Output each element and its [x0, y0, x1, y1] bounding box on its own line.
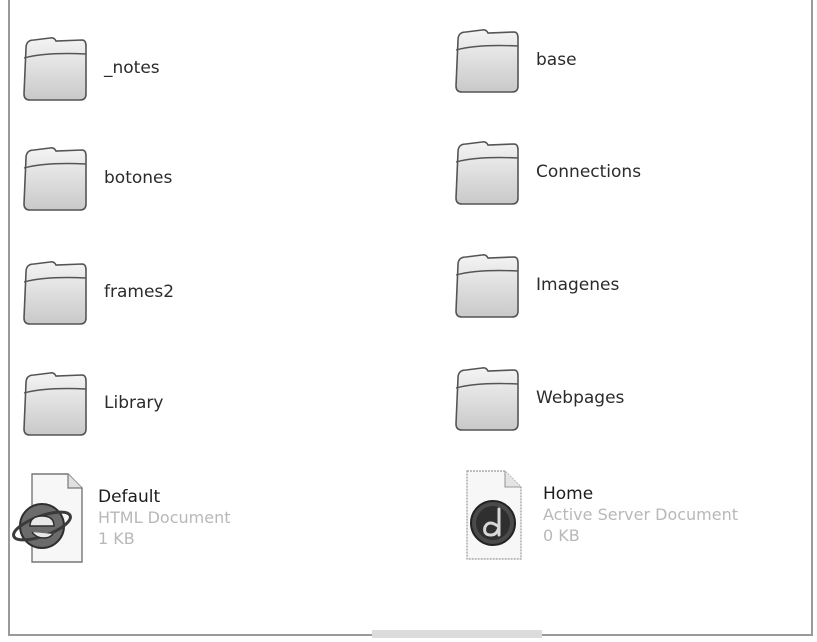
folder-label: _notes [104, 58, 160, 78]
folder-icon [16, 252, 90, 332]
folder-icon [448, 20, 522, 100]
folder-imagenes[interactable]: Imagenes [448, 245, 619, 325]
dreamweaver-asp-icon [455, 465, 529, 565]
file-default[interactable]: Default HTML Document 1 KB [10, 468, 231, 568]
folder-icon [16, 138, 90, 218]
folder-label: frames2 [104, 282, 175, 302]
folder-icon [448, 132, 522, 212]
folder-label: base [536, 50, 577, 70]
folder-label: Imagenes [536, 275, 620, 295]
folder-icon [448, 358, 522, 438]
folder-webpages[interactable]: Webpages [448, 358, 624, 438]
file-type: HTML Document [98, 508, 231, 527]
file-name: Home [543, 484, 594, 504]
folder-library[interactable]: Library [16, 363, 163, 443]
file-details: Default HTML Document 1 KB [98, 487, 231, 549]
folder-icon [16, 28, 90, 108]
folder-label: Webpages [536, 388, 625, 408]
folder-notes[interactable]: _notes [16, 28, 160, 108]
file-name: Default [98, 487, 161, 507]
file-details: Home Active Server Document 0 KB [543, 484, 738, 546]
scrollbar-edge [372, 630, 542, 638]
folder-connections[interactable]: Connections [448, 132, 641, 212]
file-size: 0 KB [543, 526, 580, 545]
ie-html-icon [10, 468, 84, 568]
folder-base[interactable]: base [448, 20, 577, 100]
file-size: 1 KB [98, 529, 135, 548]
folder-label: botones [104, 168, 173, 188]
folder-frames2[interactable]: frames2 [16, 252, 174, 332]
folder-icon [448, 245, 522, 325]
file-type: Active Server Document [543, 505, 739, 524]
folder-label: Library [104, 393, 164, 413]
folder-icon [16, 363, 90, 443]
folder-label: Connections [536, 162, 642, 182]
file-home[interactable]: Home Active Server Document 0 KB [455, 465, 738, 565]
folder-botones[interactable]: botones [16, 138, 172, 218]
explorer-pane: _notes botones frames2 Library base Conn… [8, 0, 813, 636]
